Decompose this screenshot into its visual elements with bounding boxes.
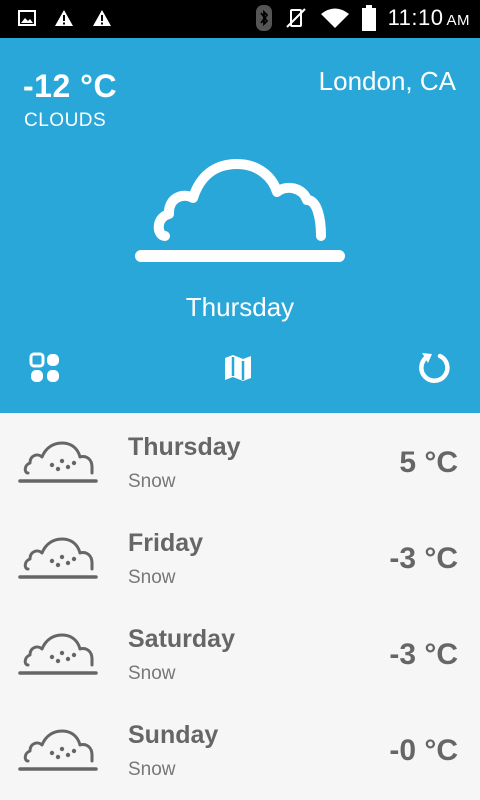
snow-cloud-icon [18,729,98,771]
wifi-icon [320,8,349,28]
clock: 11:10 AM [388,5,470,31]
forecast-condition: Snow [128,471,176,492]
system-icons: 11:10 AM [255,5,470,31]
refresh-icon [419,353,450,383]
selected-day: Thursday [185,292,295,322]
snow-cloud-icon [18,537,98,579]
status-bar: 11:10 AM [0,0,480,38]
map-button[interactable] [218,348,258,388]
snow-cloud-icon [18,633,98,675]
forecast-row[interactable]: Friday Snow -3 °C [0,509,480,605]
forecast-temperature: 5 °C [399,446,458,479]
clock-time: 11:10 [387,5,444,30]
forecast-condition: Snow [128,663,176,684]
forecast-day: Saturday [128,625,235,653]
forecast-row[interactable]: Saturday Snow -3 °C [0,605,480,701]
refresh-button[interactable] [414,348,454,388]
current-weather-panel: -12 °C CLOUDS London, CA Thursday [0,38,480,413]
warning-icon [93,10,111,26]
forecast-day: Thursday [128,433,241,461]
city-name[interactable]: London, CA [319,66,456,97]
forecast-row[interactable]: Thursday Snow 5 °C [0,413,480,509]
warning-icon [55,10,73,26]
notification-icons [18,9,112,27]
apps-grid-icon [29,352,59,382]
forecast-condition: Snow [128,759,176,780]
forecast-temperature: -0 °C [389,734,458,767]
image-notification-icon [18,10,36,26]
clock-ampm: AM [446,12,470,29]
forecast-temperature: -3 °C [389,542,458,575]
bluetooth-icon [255,5,272,31]
snow-cloud-icon [18,441,98,483]
forecast-row[interactable]: Sunday Snow -0 °C [0,701,480,797]
current-condition: CLOUDS [24,110,107,131]
battery-icon [361,5,376,31]
apps-button[interactable] [25,348,65,388]
forecast-temperature: -3 °C [389,638,458,671]
action-bar [0,348,480,388]
current-temperature: -12 °C [23,68,118,104]
forecast-day: Sunday [128,721,219,749]
cloud-icon [135,159,345,262]
map-icon [225,355,251,381]
forecast-list: Thursday Snow 5 °C Friday Snow -3 °C Sat… [0,413,480,800]
vibrate-mute-icon [285,8,306,28]
forecast-condition: Snow [128,567,176,588]
forecast-day: Friday [128,529,204,557]
